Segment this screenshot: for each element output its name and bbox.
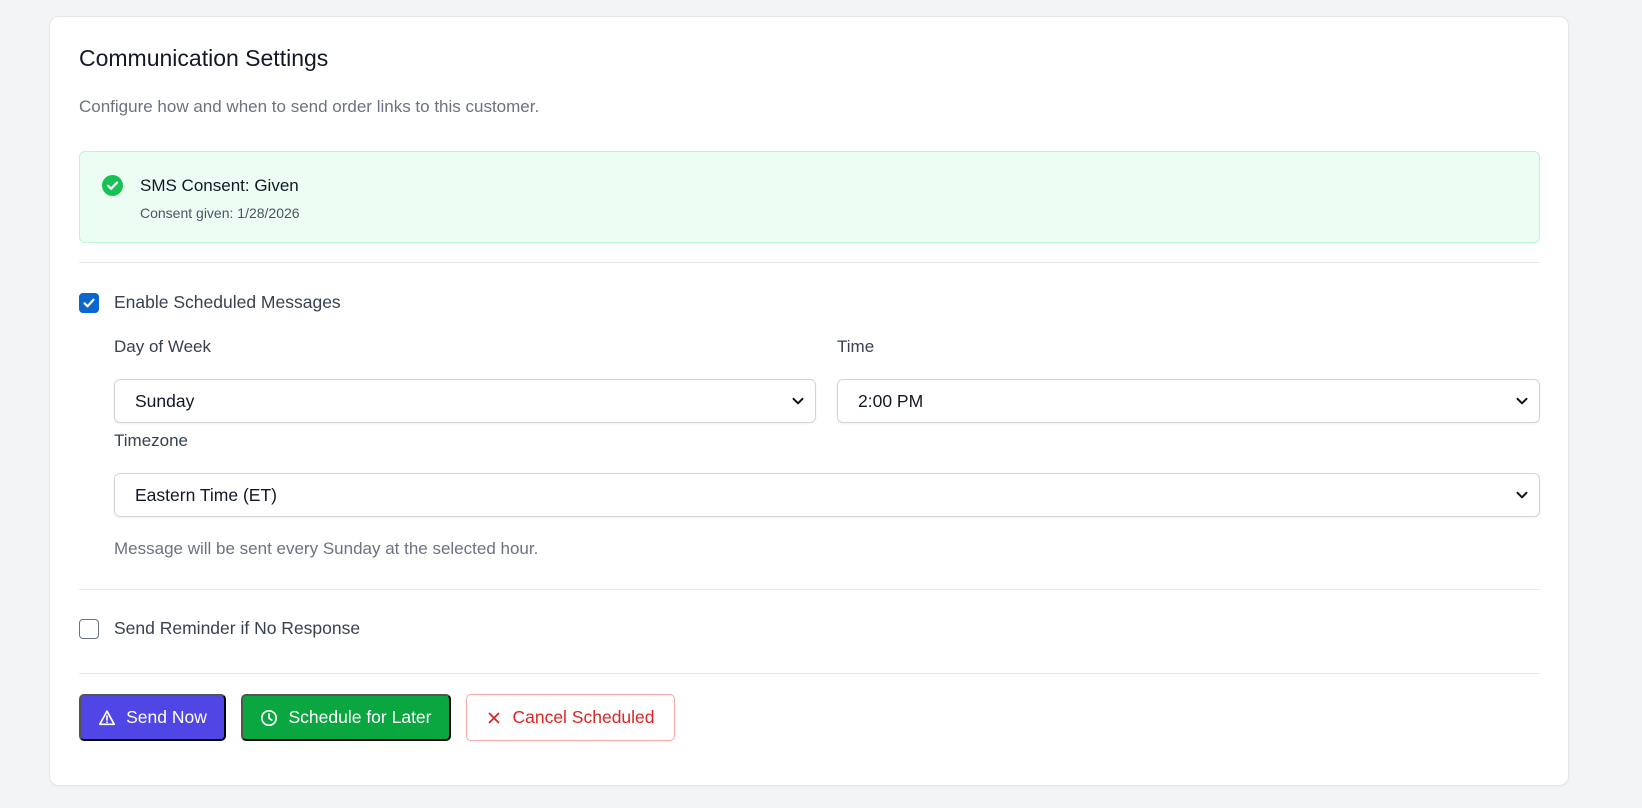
schedule-for-later-label: Schedule for Later [288,707,432,727]
send-reminder-row[interactable]: Send Reminder if No Response [79,618,360,639]
chevron-down-icon [792,397,804,405]
time-value: 2:00 PM [858,390,924,411]
checkmark-icon [83,298,95,307]
sms-consent-banner: SMS Consent: Given Consent given: 1/28/2… [79,151,1540,243]
divider [79,673,1540,674]
send-reminder-checkbox[interactable] [79,618,99,639]
timezone-label: Timezone [114,431,189,450]
warning-triangle-icon [99,709,116,725]
time-label: Time [837,337,875,356]
close-icon [489,712,500,723]
divider [79,262,1540,263]
send-now-label: Send Now [126,707,207,727]
enable-scheduled-messages-row[interactable]: Enable Scheduled Messages [79,292,341,313]
day-of-week-value: Sunday [135,390,195,411]
cancel-scheduled-button[interactable]: Cancel Scheduled [466,694,675,741]
day-of-week-select[interactable]: Sunday [114,379,816,423]
chevron-down-icon [1516,397,1528,405]
schedule-for-later-button[interactable]: Schedule for Later [241,694,451,741]
divider [79,589,1540,590]
consent-status-title: SMS Consent: Given [140,176,299,195]
consent-date: Consent given: 1/28/2026 [140,205,300,221]
timezone-value: Eastern Time (ET) [135,484,277,505]
schedule-hint: Message will be sent every Sunday at the… [114,539,539,558]
clock-icon [261,709,278,726]
send-now-button[interactable]: Send Now [79,694,226,741]
enable-scheduled-messages-checkbox[interactable] [79,292,99,313]
page-subtitle: Configure how and when to send order lin… [79,97,540,116]
check-circle-icon [102,175,123,196]
enable-scheduled-messages-label: Enable Scheduled Messages [114,292,341,312]
cancel-scheduled-label: Cancel Scheduled [512,707,655,727]
chevron-down-icon [1516,491,1528,499]
time-select[interactable]: 2:00 PM [837,379,1540,423]
page-title: Communication Settings [79,45,329,71]
timezone-select[interactable]: Eastern Time (ET) [114,473,1540,517]
send-reminder-label: Send Reminder if No Response [114,618,361,638]
communication-settings-card: Communication Settings Configure how and… [49,16,1569,786]
day-of-week-label: Day of Week [114,337,212,356]
